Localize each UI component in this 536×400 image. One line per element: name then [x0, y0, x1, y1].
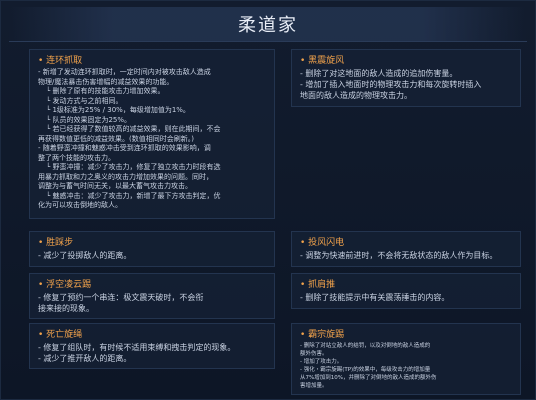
- section-line: - 删除了对站立敌人的结罚，以及对倒地的敌人造成的: [300, 343, 431, 349]
- section-title: • 胜踩步: [38, 238, 74, 248]
- section-line: 害增加量。: [300, 383, 328, 389]
- section-title: • 死亡旋绳: [38, 330, 83, 340]
- section-line: - 删除了技能提示中有关震荡捶击的内容。: [300, 293, 450, 302]
- section-line: - 增加了插入地面时的物理攻击力和每次旋转时插入: [300, 80, 482, 89]
- section-line: 额外伤害。: [300, 351, 328, 357]
- section-body: - 新增了发动连环抓取时，一定时间内对被攻击敌人造成 物理/魔法暴击伤害增幅的减益…: [38, 68, 266, 211]
- section-line: └ 删除了原有的技能攻击力增加效果。: [46, 87, 165, 95]
- section-body: - 减少了投掷敌人的距离。: [38, 250, 266, 261]
- section-line: 化为可以攻击倒地的敌人。: [38, 201, 122, 209]
- section-line: └ 队员的效果固定为25%。: [46, 115, 131, 124]
- section-line: 用暴力抓取和力之奥义的攻击力增加效果的问题。同时，: [38, 172, 213, 181]
- section-line: - 强化・霸宗旋踢(TP)的效果中，每级攻击力的增加量: [300, 367, 431, 373]
- section-panel: • 霸宗旋踢 - 删除了对站立敌人的结罚，以及对倒地的敌人造成的 额外伤害。 - 增…: [291, 323, 521, 395]
- section-line: 接来接的现象。: [38, 304, 94, 313]
- section-line: 整了两个技能的攻击力。: [38, 153, 115, 162]
- section-panel: • 黑震旋风 - 删除了对这地面的敌人造成的追加伤害量。 - 增加了插入地面时的物…: [291, 49, 521, 107]
- section-line: - 删除了对这地面的敌人造成的追加伤害量。: [300, 69, 458, 78]
- section-line: └ 野蛮冲撞：减少了攻击力，修复了独立攻击力时段有选: [46, 163, 221, 171]
- section-line: - 调整为快速前进时，不会将无敌状态的敌人作为目标。: [300, 251, 498, 260]
- patch-notes-window: 柔道家 • 连环抓取 - 新增了发动连环抓取时，一定时间内对被攻击敌人造成 物理/…: [0, 0, 536, 400]
- section-title: • 霸宗旋踢: [300, 330, 345, 340]
- section-line: 调整为与蓄气时间无关，以最大蓄气攻击力攻击。: [38, 182, 192, 190]
- section-title: • 浮空凌云踢: [38, 280, 92, 290]
- section-line: 再获得数值更低的减益效果。(数值相同时会刷新。): [38, 134, 194, 143]
- section-panel: • 抓肩推 - 删除了技能提示中有关震荡捶击的内容。: [291, 273, 521, 309]
- section-body: - 删除了对这地面的敌人造成的追加伤害量。 - 增加了插入地面时的物理攻击力和每次…: [300, 68, 512, 101]
- section-line: └ 若已经获得了数值较高的减益效果，则在此期间，不会: [46, 125, 221, 133]
- section-line: 物理/魔法暴击伤害增幅的减益效果的功能。: [38, 77, 174, 86]
- page-title: 柔道家: [238, 15, 298, 36]
- section-line: - 减少了推开敌人的距离。: [38, 354, 132, 363]
- section-title: • 黑震旋风: [300, 56, 345, 66]
- section-line: └ 魅惑冲击：减少了攻击力，新增了最下方攻击判定，优: [46, 191, 221, 200]
- section-panel: • 连环抓取 - 新增了发动连环抓取时，一定时间内对被攻击敌人造成 物理/魔法暴击…: [29, 49, 275, 219]
- section-body: - 删除了对站立敌人的结罚，以及对倒地的敌人造成的 额外伤害。 - 增加了攻击力。 -…: [300, 342, 512, 390]
- section-line: └ 发动方式与之前相同。: [46, 96, 123, 105]
- section-body: - 修复了组队时，有时候不适用束缚和拽击判定的现象。 - 减少了推开敌人的距离。: [38, 342, 266, 364]
- section-line: - 增加了攻击力。: [300, 359, 343, 365]
- section-line: - 修复了组队时，有时候不适用束缚和拽击判定的现象。: [38, 343, 236, 352]
- section-line: └ 1级标准为25% / 30%，每级增加值为1%。: [46, 106, 190, 114]
- section-panel: • 投风闪电 - 调整为快速前进时，不会将无敌状态的敌人作为目标。: [291, 231, 521, 267]
- title-bar: 柔道家: [9, 7, 527, 42]
- section-body: - 修复了预约一个串连：极文震天破时，不会衔 接来接的现象。: [38, 292, 266, 314]
- section-line: - 修复了预约一个串连：极文震天破时，不会衔: [38, 293, 204, 302]
- section-panel: • 胜踩步 - 减少了投掷敌人的距离。: [29, 231, 275, 267]
- section-line: - 新增了发动连环抓取时，一定时间内对被攻击敌人造成: [38, 68, 211, 76]
- section-panel: • 浮空凌云踢 - 修复了预约一个串连：极文震天破时，不会衔 接来接的现象。: [29, 273, 275, 319]
- section-panel: • 死亡旋绳 - 修复了组队时，有时候不适用束缚和拽击判定的现象。 - 减少了推开…: [29, 323, 275, 369]
- section-title: • 投风闪电: [300, 238, 345, 248]
- section-title: • 连环抓取: [38, 56, 83, 66]
- section-line: - 随着野蛮冲撞和魅惑冲击受到连环抓取的效果影响，调: [38, 144, 211, 152]
- section-line: 地面的敌人造成的物理攻击力。: [300, 91, 412, 100]
- section-body: - 调整为快速前进时，不会将无敌状态的敌人作为目标。: [300, 250, 512, 261]
- section-line: 从7%增加到10%，并删除了对倒地的敌人造成的额外伤: [300, 375, 437, 381]
- section-line: - 减少了投掷敌人的距离。: [38, 251, 132, 260]
- section-title: • 抓肩推: [300, 280, 336, 290]
- section-body: - 删除了技能提示中有关震荡捶击的内容。: [300, 292, 512, 303]
